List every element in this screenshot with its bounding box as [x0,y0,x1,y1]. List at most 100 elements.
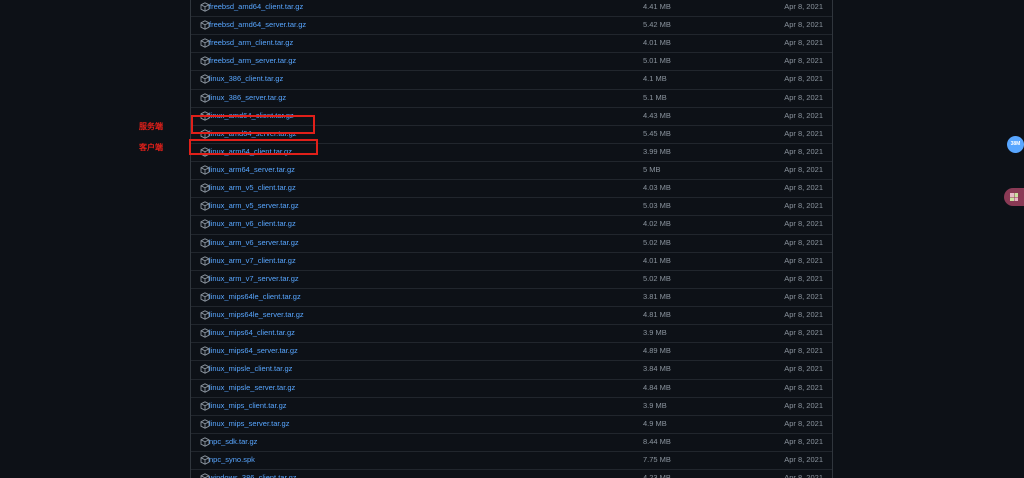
asset-row: freebsd_amd64_client.tar.gz 4.41 MB Apr 8,… [191,0,832,16]
asset-link[interactable]: freebsd_arm_server.tar.gz [209,56,296,65]
floating-badge-text: 38M [1010,141,1021,147]
asset-date: Apr 8, 2021 [784,110,823,120]
asset-row: linux_arm64_server.tar.gz 5 MB Apr 8, 2021 [191,161,832,179]
asset-row: linux_mipsle_server.tar.gz 4.84 MB Apr 8, … [191,378,832,397]
asset-date: Apr 8, 2021 [784,237,823,247]
asset-date: Apr 8, 2021 [784,418,823,428]
asset-link[interactable]: linux_mips64_client.tar.gz [209,328,295,337]
client-annotation-label: 客户端 [139,143,163,152]
asset-link[interactable]: linux_arm_v5_server.tar.gz [209,201,299,210]
asset-row: linux_arm_v6_client.tar.gz 4.02 MB Apr 8, … [191,215,832,233]
asset-link[interactable]: linux_mips_client.tar.gz [209,401,287,410]
asset-size: 7.75 MB [643,455,671,464]
asset-size: 5.01 MB [643,56,671,66]
asset-date: Apr 8, 2021 [784,291,823,301]
asset-row: linux_arm_v5_server.tar.gz 5.03 MB Apr 8, … [191,197,832,215]
asset-link[interactable]: linux_arm_v6_client.tar.gz [209,219,296,228]
asset-link[interactable]: freebsd_amd64_client.tar.gz [209,2,303,11]
asset-date: Apr 8, 2021 [784,273,823,283]
asset-row: freebsd_arm_server.tar.gz 5.01 MB Apr 8, 2… [191,52,832,70]
floating-speed-badge[interactable]: 38M [1007,136,1024,153]
asset-link[interactable]: linux_mips64le_client.tar.gz [209,292,301,301]
asset-date: Apr 8, 2021 [784,2,823,11]
asset-date: Apr 8, 2021 [784,400,823,410]
asset-size: 4.43 MB [643,110,671,120]
asset-row: linux_386_client.tar.gz 4.1 MB Apr 8, 2021 [191,70,832,88]
asset-link[interactable]: npc_sdk.tar.gz [209,437,257,446]
asset-size: 4.1 MB [643,74,667,84]
floating-tool-button[interactable] [1004,188,1024,206]
asset-size: 5.02 MB [643,237,671,247]
asset-date: Apr 8, 2021 [784,146,823,156]
asset-size: 4.9 MB [643,418,667,428]
asset-link[interactable]: linux_386_server.tar.gz [209,93,286,102]
asset-date: Apr 8, 2021 [784,364,823,374]
asset-row: windows_386_client.tar.gz 4.23 MB Apr 8, 2… [191,469,832,478]
asset-link[interactable]: linux_mips64_server.tar.gz [209,346,298,355]
asset-link[interactable]: freebsd_amd64_server.tar.gz [209,20,306,29]
asset-date: Apr 8, 2021 [784,382,823,392]
asset-row: freebsd_amd64_server.tar.gz 5.42 MB Apr 8,… [191,16,832,34]
asset-link[interactable]: linux_mips_server.tar.gz [209,419,289,428]
asset-date: Apr 8, 2021 [784,74,823,84]
asset-date: Apr 8, 2021 [784,183,823,193]
server-highlight-box [191,115,315,134]
asset-date: Apr 8, 2021 [784,310,823,320]
asset-date: Apr 8, 2021 [784,255,823,265]
asset-row: linux_mips_client.tar.gz 3.9 MB Apr 8, 202… [191,396,832,415]
asset-date: Apr 8, 2021 [784,201,823,211]
asset-size: 5.1 MB [643,92,667,102]
asset-size: 5.03 MB [643,201,671,211]
asset-row: linux_arm_v6_server.tar.gz 5.02 MB Apr 8, … [191,233,832,252]
asset-row: linux_mips64_server.tar.gz 4.89 MB Apr 8, … [191,342,832,360]
asset-link[interactable]: linux_mips64le_server.tar.gz [209,310,304,319]
asset-date: Apr 8, 2021 [784,56,823,66]
page-viewport: freebsd_amd64_client.tar.gz 4.41 MB Apr 8,… [0,0,1024,478]
asset-date: Apr 8, 2021 [784,20,823,30]
asset-row: linux_arm_v5_client.tar.gz 4.03 MB Apr 8, … [191,179,832,197]
asset-date: Apr 8, 2021 [784,219,823,229]
asset-link[interactable]: linux_arm_v7_client.tar.gz [209,256,296,265]
asset-size: 4.01 MB [643,38,671,48]
asset-date: Apr 8, 2021 [784,38,823,48]
client-highlight-box [189,139,318,155]
puzzle-icon [1010,193,1018,201]
asset-size: 4.03 MB [643,183,671,193]
asset-size: 5.02 MB [643,273,671,283]
asset-link[interactable]: freebsd_arm_client.tar.gz [209,38,293,47]
asset-link[interactable]: linux_386_client.tar.gz [209,74,283,83]
asset-date: Apr 8, 2021 [784,165,823,175]
asset-row: linux_mipsle_client.tar.gz 3.84 MB Apr 8, … [191,360,832,378]
asset-date: Apr 8, 2021 [784,473,823,478]
asset-row: linux_arm_v7_client.tar.gz 4.01 MB Apr 8, … [191,251,832,270]
asset-size: 4.81 MB [643,310,671,320]
asset-row: npc_syno.spk 7.75 MB Apr 8, 2021 [191,451,832,469]
asset-link[interactable]: linux_mipsle_client.tar.gz [209,364,292,373]
asset-size: 3.81 MB [643,291,671,301]
asset-size: 4.01 MB [643,255,671,265]
asset-size: 3.9 MB [643,328,667,338]
asset-size: 3.84 MB [643,364,671,374]
asset-size: 4.02 MB [643,219,671,229]
asset-size: 3.99 MB [643,146,671,156]
asset-link[interactable]: linux_arm_v7_server.tar.gz [209,274,299,283]
asset-size: 8.44 MB [643,436,671,446]
asset-link[interactable]: linux_mipsle_server.tar.gz [209,383,295,392]
asset-size: 4.23 MB [643,473,671,478]
asset-size: 5.45 MB [643,128,671,138]
asset-link[interactable]: windows_386_client.tar.gz [209,473,297,478]
asset-size: 5.42 MB [643,20,671,30]
asset-link[interactable]: linux_arm64_server.tar.gz [209,165,295,174]
asset-date: Apr 8, 2021 [784,328,823,338]
asset-row: linux_mips64le_server.tar.gz 4.81 MB Apr 8… [191,306,832,324]
asset-link[interactable]: linux_arm_v5_client.tar.gz [209,183,296,192]
asset-link[interactable]: npc_syno.spk [209,455,255,464]
asset-size: 4.41 MB [643,2,671,11]
asset-date: Apr 8, 2021 [784,92,823,102]
asset-row: linux_arm_v7_server.tar.gz 5.02 MB Apr 8, … [191,269,832,288]
asset-date: Apr 8, 2021 [784,436,823,446]
asset-date: Apr 8, 2021 [784,455,823,464]
asset-row: linux_mips_server.tar.gz 4.9 MB Apr 8, 202… [191,414,832,433]
asset-link[interactable]: linux_arm_v6_server.tar.gz [209,238,299,247]
asset-size: 5 MB [643,165,661,175]
